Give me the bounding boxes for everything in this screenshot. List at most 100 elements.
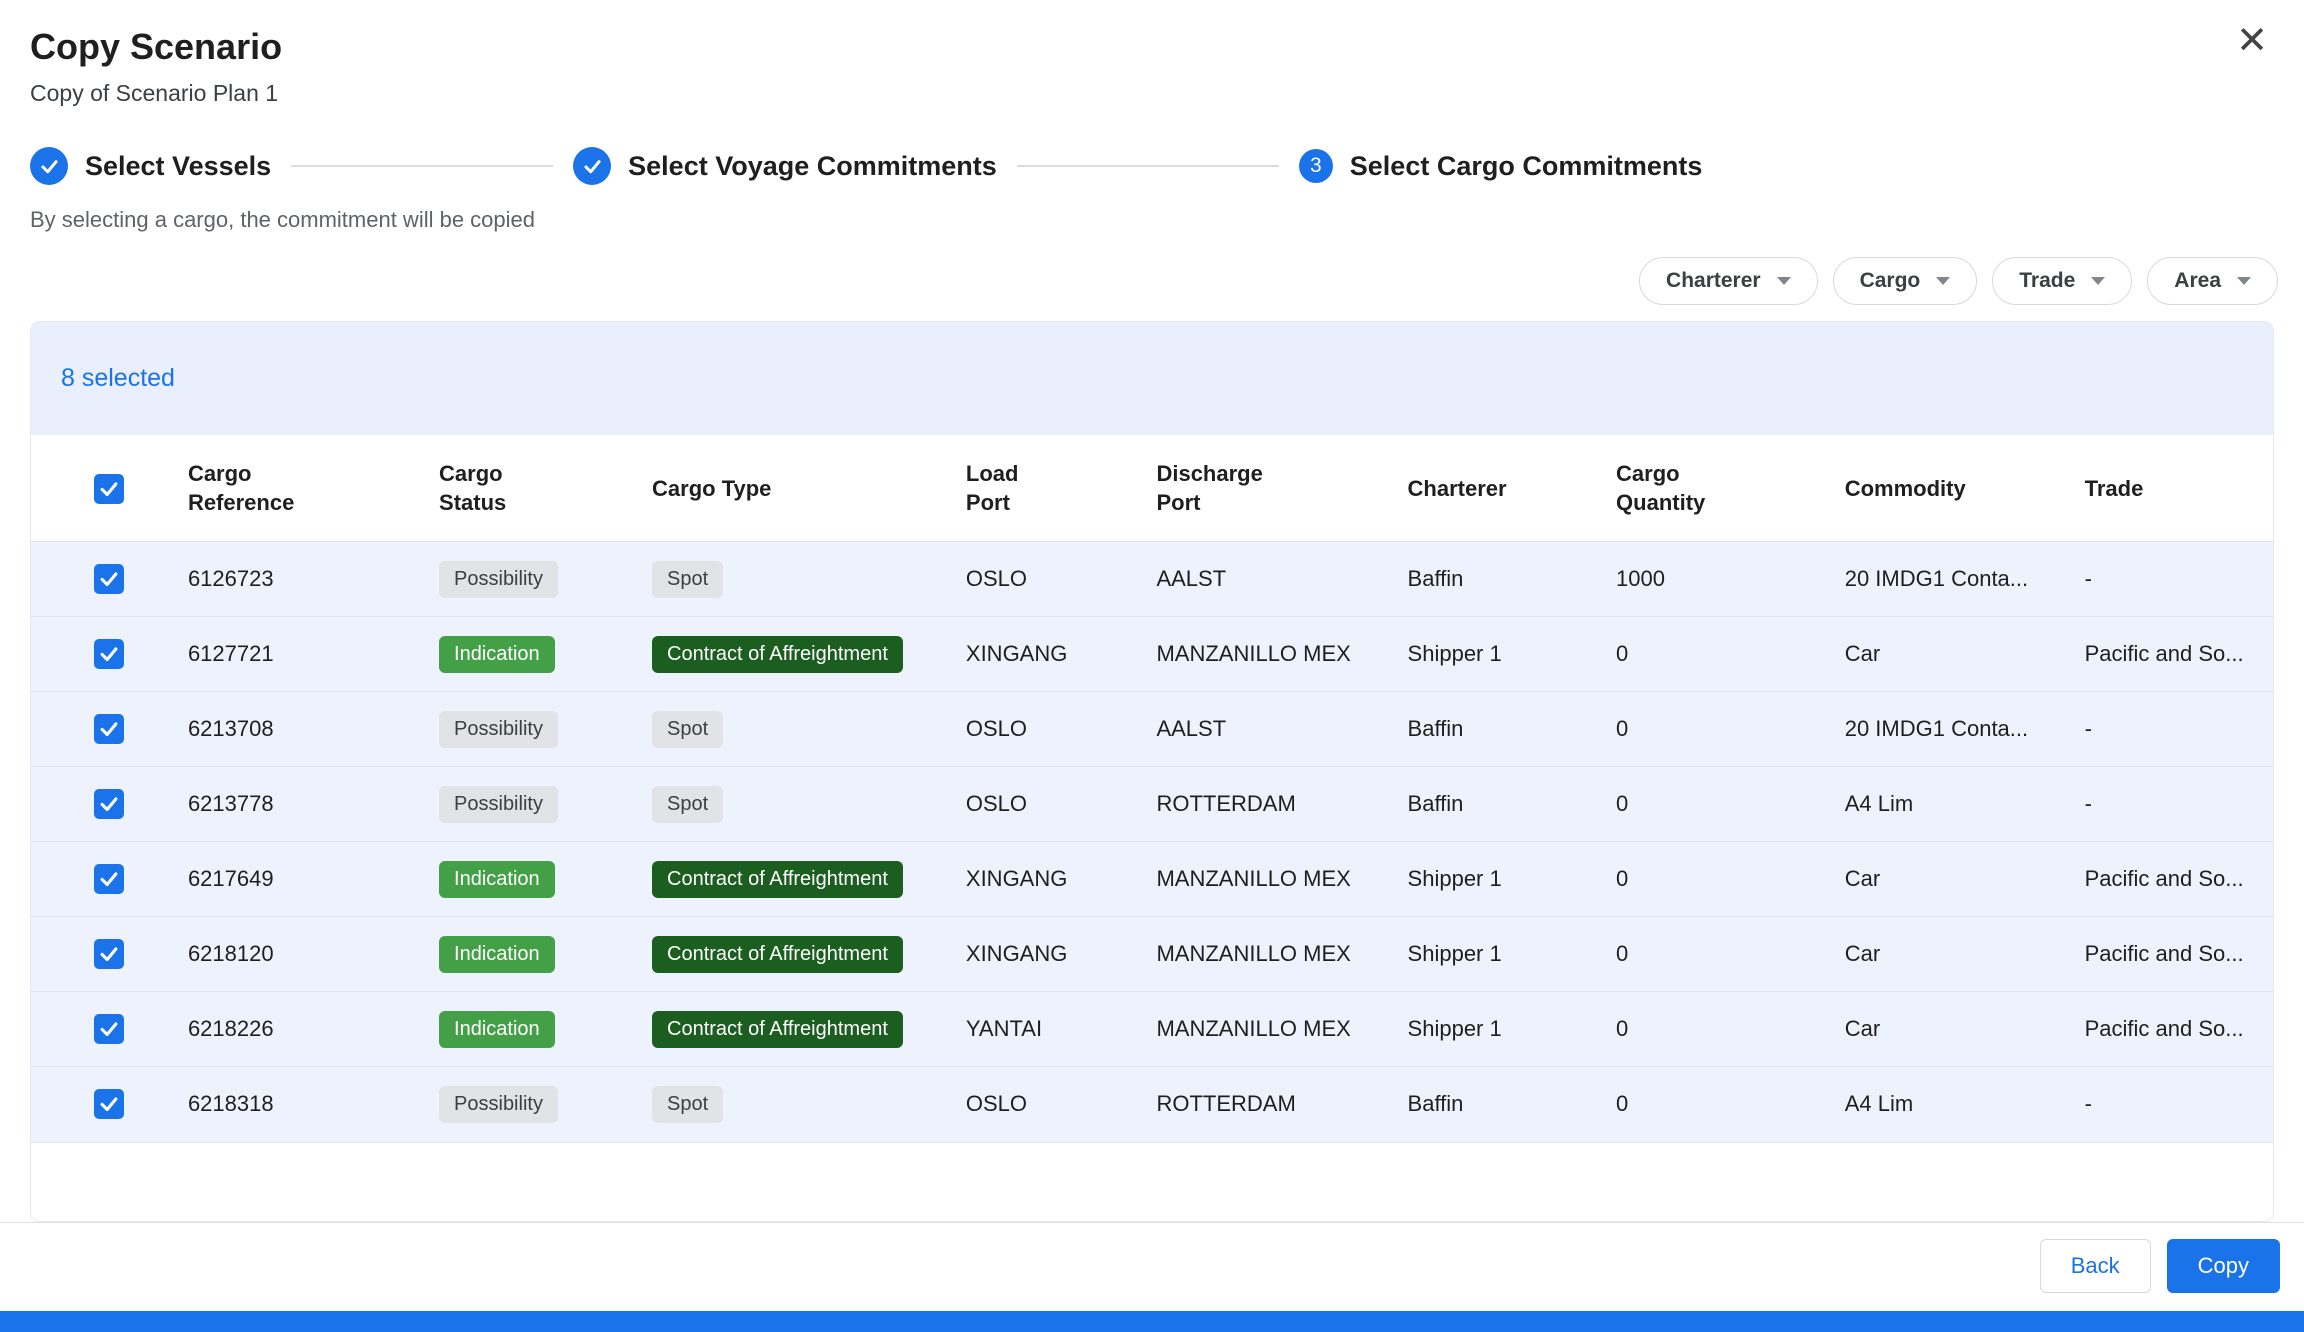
discharge-port-cell: ROTTERDAM: [1156, 767, 1407, 842]
table-row[interactable]: 6127721 Indication Contract of Affreight…: [31, 617, 2273, 692]
column-header: Trade: [2085, 435, 2273, 542]
charterer-cell: Baffin: [1408, 542, 1617, 617]
cargo-type-badge: Spot: [652, 786, 723, 823]
trade-cell: -: [2085, 542, 2273, 617]
trade-cell: Pacific and So...: [2085, 617, 2273, 692]
table-row[interactable]: 6126723 Possibility Spot OSLO AALST Baff…: [31, 542, 2273, 617]
cargo-reference-cell: 6213778: [188, 767, 439, 842]
select-all-checkbox[interactable]: [94, 474, 124, 504]
column-header: Cargo Type: [652, 435, 966, 542]
filter-cargo[interactable]: Cargo: [1833, 257, 1978, 305]
load-port-cell: YANTAI: [966, 992, 1157, 1067]
step-select-voyage-commitments[interactable]: Select Voyage Commitments: [573, 147, 997, 185]
dialog-header: Copy Scenario Copy of Scenario Plan 1 ✕: [0, 0, 2304, 107]
discharge-port-cell: MANZANILLO MEX: [1156, 917, 1407, 992]
row-checkbox[interactable]: [94, 864, 124, 894]
filter-area[interactable]: Area: [2147, 257, 2278, 305]
trade-cell: -: [2085, 1067, 2273, 1142]
trade-cell: -: [2085, 767, 2273, 842]
cargo-reference-cell: 6213708: [188, 692, 439, 767]
commodity-cell: 20 IMDG1 Conta...: [1845, 542, 2085, 617]
load-port-cell: OSLO: [966, 1067, 1157, 1142]
status-badge: Indication: [439, 861, 555, 898]
status-badge: Possibility: [439, 786, 558, 823]
commodity-cell: Car: [1845, 842, 2085, 917]
chevron-down-icon: [2091, 277, 2105, 285]
filter-charterer[interactable]: Charterer: [1639, 257, 1818, 305]
row-checkbox[interactable]: [94, 939, 124, 969]
charterer-cell: Shipper 1: [1408, 917, 1617, 992]
step-label: Select Voyage Commitments: [628, 151, 997, 182]
table-row[interactable]: 6218226 Indication Contract of Affreight…: [31, 992, 2273, 1067]
column-header: DischargePort: [1156, 435, 1407, 542]
status-badge: Possibility: [439, 711, 558, 748]
cargo-type-badge: Contract of Affreightment: [652, 636, 903, 673]
row-checkbox-cell: [31, 542, 188, 617]
load-port-cell: XINGANG: [966, 917, 1157, 992]
charterer-cell: Shipper 1: [1408, 617, 1617, 692]
row-checkbox[interactable]: [94, 1089, 124, 1119]
charterer-cell: Baffin: [1408, 692, 1617, 767]
filter-trade[interactable]: Trade: [1992, 257, 2132, 305]
step-connector: [291, 165, 553, 167]
cargo-type-cell: Contract of Affreightment: [652, 992, 966, 1067]
column-header: LoadPort: [966, 435, 1157, 542]
table-row[interactable]: 6213778 Possibility Spot OSLO ROTTERDAM …: [31, 767, 2273, 842]
cargo-type-badge: Spot: [652, 561, 723, 598]
back-button[interactable]: Back: [2040, 1239, 2151, 1293]
load-port-cell: OSLO: [966, 542, 1157, 617]
row-checkbox-cell: [31, 692, 188, 767]
charterer-cell: Shipper 1: [1408, 992, 1617, 1067]
row-checkbox-cell: [31, 842, 188, 917]
discharge-port-cell: AALST: [1156, 542, 1407, 617]
row-checkbox[interactable]: [94, 789, 124, 819]
table-header-row: CargoReferenceCargoStatusCargo TypeLoadP…: [31, 435, 2273, 542]
page-title: Copy Scenario: [30, 26, 2264, 68]
column-header: CargoStatus: [439, 435, 652, 542]
cargo-reference-cell: 6218226: [188, 992, 439, 1067]
cargo-type-cell: Spot: [652, 767, 966, 842]
table-row[interactable]: 6218120 Indication Contract of Affreight…: [31, 917, 2273, 992]
commodity-cell: A4 Lim: [1845, 1067, 2085, 1142]
discharge-port-cell: MANZANILLO MEX: [1156, 617, 1407, 692]
trade-cell: Pacific and So...: [2085, 842, 2273, 917]
row-checkbox[interactable]: [94, 1014, 124, 1044]
cargo-type-cell: Contract of Affreightment: [652, 617, 966, 692]
row-checkbox[interactable]: [94, 639, 124, 669]
selected-count: 8 selected: [31, 322, 2273, 435]
row-checkbox[interactable]: [94, 564, 124, 594]
cargo-type-badge: Spot: [652, 1086, 723, 1123]
row-checkbox-cell: [31, 617, 188, 692]
column-header: CargoReference: [188, 435, 439, 542]
step-select-cargo-commitments[interactable]: 3 Select Cargo Commitments: [1299, 149, 1703, 183]
cargo-type-badge: Contract of Affreightment: [652, 1011, 903, 1048]
helper-text: By selecting a cargo, the commitment wil…: [0, 207, 2304, 233]
close-icon[interactable]: ✕: [2236, 22, 2268, 60]
commodity-cell: 20 IMDG1 Conta...: [1845, 692, 2085, 767]
step-number-badge: 3: [1299, 149, 1333, 183]
row-checkbox[interactable]: [94, 714, 124, 744]
dialog-subtitle: Copy of Scenario Plan 1: [30, 80, 2264, 107]
filter-label: Trade: [2019, 269, 2075, 293]
cargo-status-cell: Indication: [439, 617, 652, 692]
step-select-vessels[interactable]: Select Vessels: [30, 147, 271, 185]
cargo-reference-cell: 6217649: [188, 842, 439, 917]
table-row[interactable]: 6217649 Indication Contract of Affreight…: [31, 842, 2273, 917]
cargo-type-badge: Contract of Affreightment: [652, 936, 903, 973]
filter-label: Cargo: [1860, 269, 1921, 293]
bottom-accent-bar: [0, 1311, 2304, 1332]
row-checkbox-cell: [31, 992, 188, 1067]
table-row[interactable]: 6213708 Possibility Spot OSLO AALST Baff…: [31, 692, 2273, 767]
commodity-cell: A4 Lim: [1845, 767, 2085, 842]
discharge-port-cell: MANZANILLO MEX: [1156, 842, 1407, 917]
step-label: Select Vessels: [85, 151, 271, 182]
cargo-type-cell: Spot: [652, 542, 966, 617]
table-row[interactable]: 6218318 Possibility Spot OSLO ROTTERDAM …: [31, 1067, 2273, 1142]
copy-button[interactable]: Copy: [2167, 1239, 2280, 1293]
cargo-reference-cell: 6127721: [188, 617, 439, 692]
discharge-port-cell: AALST: [1156, 692, 1407, 767]
row-checkbox-cell: [31, 1067, 188, 1142]
row-checkbox-cell: [31, 917, 188, 992]
cargo-table-panel: 8 selected CargoReferenceCargoStatusCarg…: [30, 321, 2274, 1222]
column-header: Commodity: [1845, 435, 2085, 542]
